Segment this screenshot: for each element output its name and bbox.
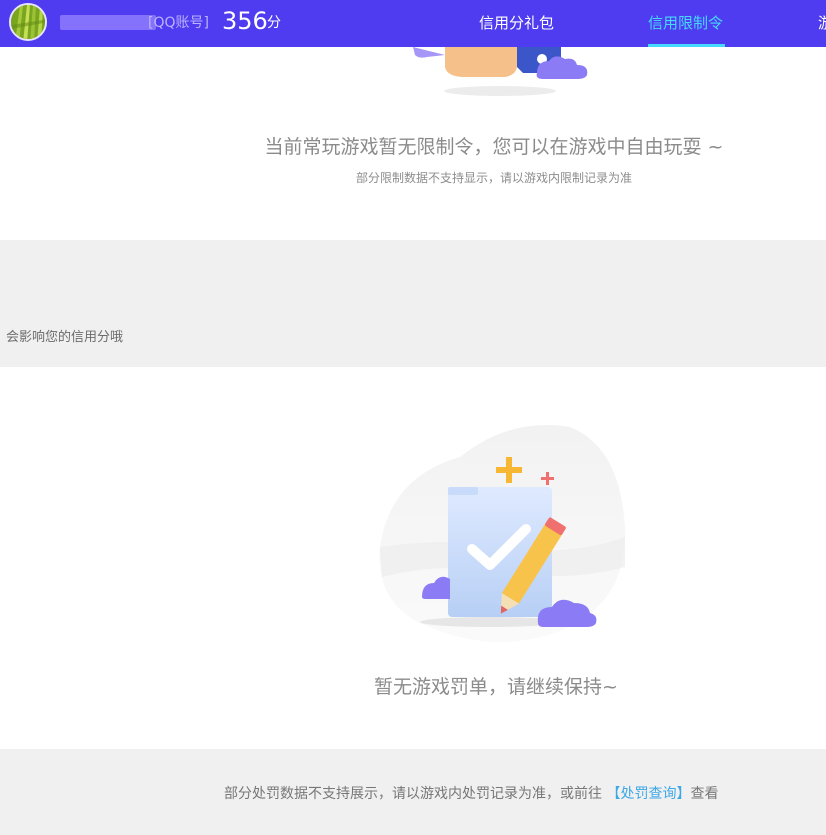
credit-score-unit: 分 — [267, 15, 281, 31]
penalty-data-note: 部分处罚数据不支持展示，请以游戏内处罚记录为准，或前往 【处罚查询】查看 — [224, 785, 718, 803]
no-restriction-message: 当前常玩游戏暂无限制令，您可以在游戏中自由玩耍 ~ — [264, 136, 724, 158]
no-penalty-illustration — [379, 425, 626, 642]
account-type-label: [QQ账号] — [148, 15, 209, 31]
restriction-section: 当前常玩游戏暂无限制令，您可以在游戏中自由玩耍 ~ 部分限制数据不支持显示，请以… — [0, 47, 826, 240]
penalty-note-prefix: 部分处罚数据不支持展示，请以游戏内处罚记录为准，或前往 — [224, 786, 607, 802]
penalty-note-suffix: 查看 — [690, 786, 719, 802]
no-penalty-message: 暂无游戏罚单，请继续保持~ — [374, 676, 618, 698]
tab-credit-gift[interactable]: 信用分礼包 — [479, 14, 554, 32]
no-restriction-illustration — [413, 47, 588, 96]
tab-game-truncated[interactable]: 游 — [818, 14, 826, 32]
avatar-image — [11, 5, 45, 39]
penalty-section: 暂无游戏罚单，请继续保持~ — [0, 367, 826, 749]
penalty-footer-band: 部分处罚数据不支持展示，请以游戏内处罚记录为准，或前往 【处罚查询】查看 — [0, 749, 826, 835]
penalty-query-link[interactable]: 【处罚查询】 — [606, 786, 690, 802]
username-blurred — [60, 15, 156, 30]
tab-credit-limit[interactable]: 信用限制令 — [648, 14, 723, 32]
user-avatar[interactable] — [9, 3, 47, 41]
credit-score-value: 356 — [222, 7, 268, 35]
top-header: [QQ账号] 356 分 信用分礼包 信用限制令 游 — [0, 0, 826, 47]
restriction-data-note: 部分限制数据不支持显示，请以游戏内限制记录为准 — [355, 171, 632, 185]
penalty-header-band: 会影响您的信用分哦 — [0, 240, 826, 367]
credit-impact-note: 会影响您的信用分哦 — [6, 330, 124, 345]
